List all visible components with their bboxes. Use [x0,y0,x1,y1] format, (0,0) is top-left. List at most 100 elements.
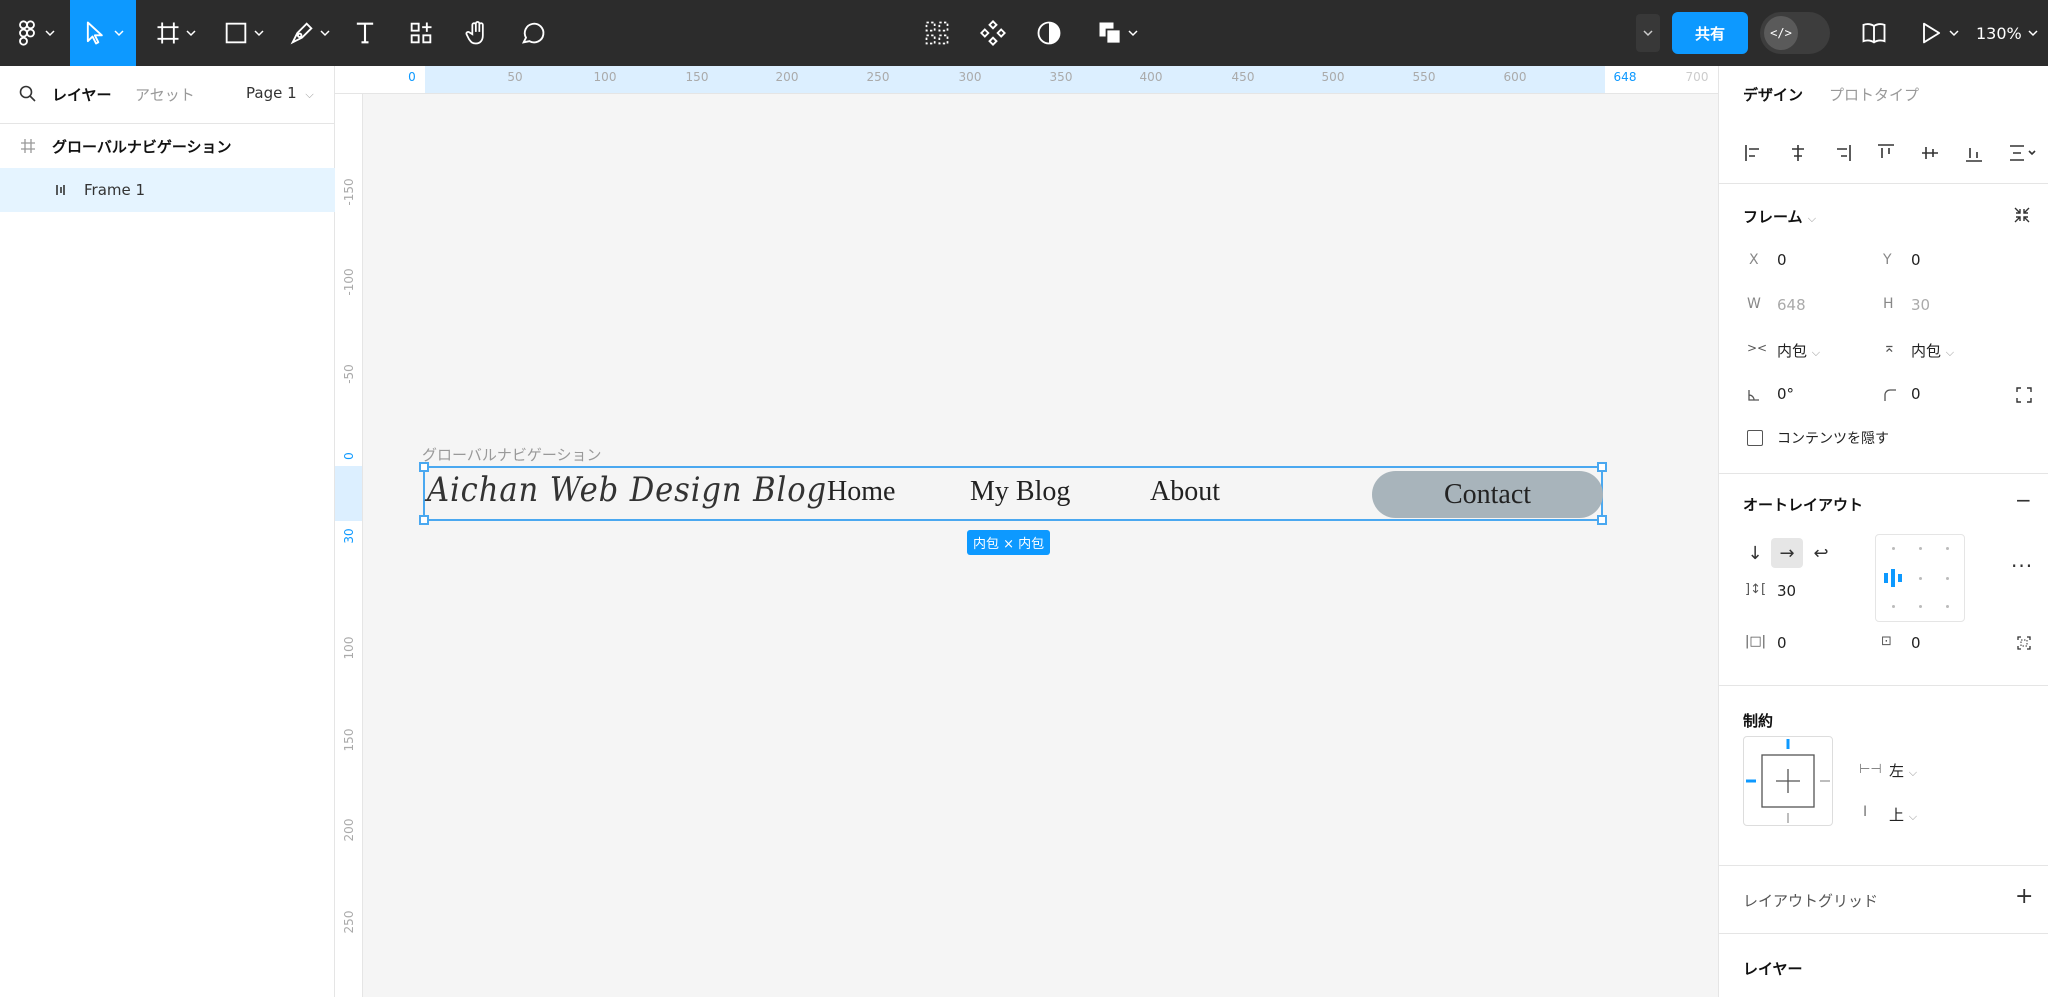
resize-to-fit-icon[interactable] [2013,206,2031,224]
boolean-operation-button[interactable] [1092,0,1142,66]
tab-assets[interactable]: アセット [135,84,195,105]
grid-dot [1919,605,1922,608]
horizontal-constraint-dropdown[interactable]: 左 ⌵ [1889,760,1917,781]
w-label: W [1747,296,1761,312]
distribute-dropdown-icon[interactable] [2007,142,2037,164]
align-bottom-icon[interactable] [1963,142,1985,164]
frame-tool-button[interactable] [150,0,200,66]
grid-dot [1892,547,1895,550]
alignment-indicator-icon [1884,569,1902,587]
pen-tool-button[interactable] [284,0,334,66]
share-button[interactable]: 共有 [1672,12,1748,54]
vertical-resizing-dropdown[interactable]: 内包 ⌵ [1911,340,1954,361]
layer-section: レイヤー [1719,934,2048,997]
resize-handle-bottom-right[interactable] [1597,515,1607,525]
contact-button[interactable]: Contact [1372,471,1603,518]
move-tool-button[interactable] [70,0,136,66]
vertical-direction-button[interactable]: ↓ [1739,538,1771,568]
constraints-widget[interactable] [1743,736,1833,826]
vertical-resizing-value: 内包 [1911,342,1942,360]
independent-corners-icon[interactable] [2015,386,2033,404]
tab-design[interactable]: デザイン [1743,84,1803,105]
chevron-down-icon [186,30,196,37]
multiplayer-dropdown[interactable] [1636,14,1660,52]
tab-prototype[interactable]: プロトタイプ [1829,84,1919,105]
search-icon[interactable] [18,84,38,104]
mask-button[interactable] [1034,0,1064,66]
x-input[interactable]: 0 [1777,251,1787,269]
align-left-icon[interactable] [1743,142,1765,164]
align-horizontal-center-icon[interactable] [1787,142,1809,164]
horizontal-direction-button[interactable]: → [1771,538,1803,568]
wrap-direction-button[interactable]: ↩ [1805,538,1837,568]
chevron-down-icon [2028,30,2038,37]
nav-link-home[interactable]: Home [827,476,895,508]
nav-link-about[interactable]: About [1150,476,1220,508]
rotation-input[interactable]: 0° [1777,385,1794,403]
comment-tool-button[interactable] [518,0,548,66]
ruler-tick: 600 [1503,70,1527,84]
resources-button[interactable] [406,0,436,66]
grid-dot [1919,577,1922,580]
page-selector[interactable]: Page 1 ⌵ [246,84,314,102]
hand-tool-button[interactable] [462,0,492,66]
auto-layout-suggest-button[interactable] [922,0,952,66]
page-name: Page 1 [246,84,297,102]
frame-section-title[interactable]: フレーム ⌵ [1743,206,1816,227]
layer-item-global-nav[interactable]: グローバルナビゲーション [0,124,335,168]
resize-handle-bottom-left[interactable] [419,515,429,525]
clip-content-checkbox[interactable] [1747,430,1763,446]
right-panel-tabs: デザイン プロトタイプ [1719,66,2048,122]
vertical-padding-input[interactable]: 0 [1911,634,1921,652]
design-canvas[interactable]: グローバルナビゲーション Aichan Web Design Blog Home… [363,94,1718,997]
chevron-down-icon: ⌵ [1908,766,1918,779]
height-input[interactable]: 30 [1911,296,1930,314]
more-options-icon[interactable]: ··· [2011,554,2033,578]
width-input[interactable]: 648 [1777,296,1806,314]
corner-radius-input[interactable]: 0 [1911,385,1921,403]
main-menu-button[interactable] [10,0,58,66]
add-layout-grid-icon[interactable]: + [2015,884,2033,909]
layer-item-frame-1[interactable]: Frame 1 [0,168,335,212]
vertical-constraint-dropdown[interactable]: 上 ⌵ [1889,804,1917,825]
y-label: Y [1883,252,1892,268]
ruler-tick: -50 [342,364,356,384]
individual-padding-icon[interactable] [2015,634,2033,652]
zoom-value: 130% [1976,23,2022,43]
ruler-tick: -100 [342,268,356,296]
remove-auto-layout-icon[interactable]: − [2015,488,2032,512]
logo-text[interactable]: Aichan Web Design Blog [427,470,827,510]
align-right-icon[interactable] [1831,142,1853,164]
gap-input[interactable]: 30 [1777,582,1796,600]
grid-dot [1919,547,1922,550]
dev-mode-toggle[interactable]: </> [1760,12,1830,54]
frame-section: フレーム ⌵ X 0 Y 0 W 648 H 30 >< 内包 ⌵ ⌅ 内包 ⌵… [1719,184,2048,474]
ruler-tick: 200 [775,70,799,84]
zoom-dropdown[interactable]: 130% [1976,0,2038,66]
align-vertical-center-icon[interactable] [1919,142,1941,164]
ruler-tick: 30 [342,528,356,544]
y-input[interactable]: 0 [1911,251,1921,269]
tab-layers[interactable]: レイヤー [52,84,112,105]
align-top-icon[interactable] [1875,142,1897,164]
chevron-down-icon: ⌵ [1945,346,1955,359]
frame-name-label[interactable]: グローバルナビゲーション [422,444,602,465]
resize-handle-top-right[interactable] [1597,462,1607,472]
resize-handle-top-left[interactable] [419,462,429,472]
layout-grid-title: レイアウトグリッド [1743,892,1879,910]
present-button[interactable] [1916,0,1960,66]
hand-icon [465,21,484,45]
horizontal-resizing-dropdown[interactable]: 内包 ⌵ [1777,340,1820,361]
vertical-padding-icon: ⊡ [1881,634,1892,649]
nav-link-my-blog[interactable]: My Blog [970,476,1070,508]
library-button[interactable] [1856,0,1892,66]
alignment-grid[interactable] [1875,534,1965,622]
boolean-union-icon [1099,22,1122,45]
text-tool-button[interactable] [350,0,380,66]
grid-dot [1946,605,1949,608]
horizontal-padding-input[interactable]: 0 [1777,634,1787,652]
clip-content-label: コンテンツを隠す [1777,431,1889,447]
shape-tool-button[interactable] [218,0,268,66]
selected-frame[interactable]: Aichan Web Design Blog Home My Blog Abou… [419,462,1607,525]
create-component-button[interactable] [978,0,1008,66]
